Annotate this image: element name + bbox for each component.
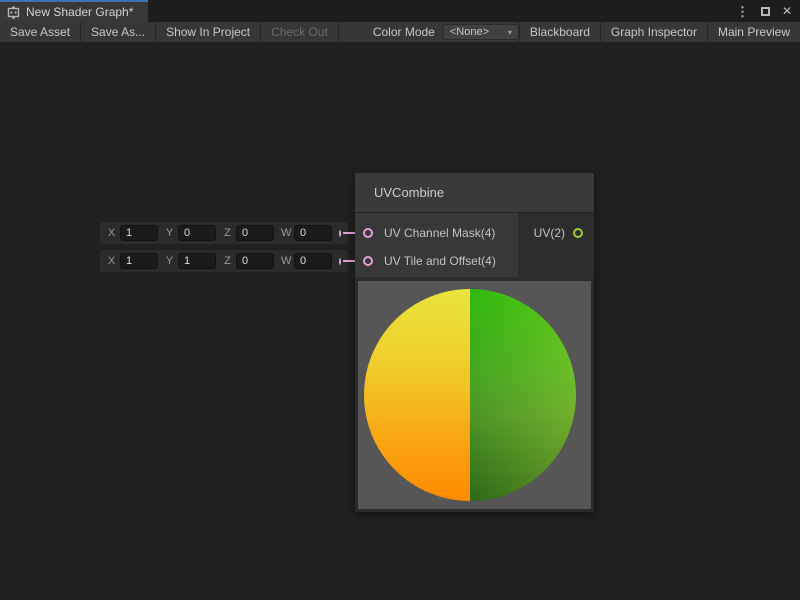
tab-new-shader-graph[interactable]: New Shader Graph* <box>0 0 148 22</box>
field-label-x: X <box>107 227 116 239</box>
input-port-uv-tile-offset: UV Tile and Offset(4) <box>355 247 518 275</box>
vector-field-z: Z 0 <box>223 253 274 269</box>
field-value-y[interactable]: 1 <box>178 253 216 269</box>
input-port-uv-channel-mask: UV Channel Mask(4) <box>355 219 518 247</box>
color-mode-label: Color Mode <box>369 22 443 42</box>
main-preview-toggle-button[interactable]: Main Preview <box>708 22 800 42</box>
field-value-w[interactable]: 0 <box>294 253 332 269</box>
field-label-y: Y <box>165 227 174 239</box>
edge-connector-dot <box>339 230 341 237</box>
port-label: UV Tile and Offset(4) <box>384 254 496 268</box>
graph-canvas[interactable]: X 1 Y 0 Z 0 W 0 X 1 Y <box>0 42 800 600</box>
field-label-x: X <box>107 255 116 267</box>
color-mode-value: <None> <box>450 26 508 38</box>
vector-field-x: X 1 <box>107 225 158 241</box>
node-input-ports: UV Channel Mask(4) UV Tile and Offset(4) <box>355 213 518 277</box>
uvcombine-node[interactable]: UVCombine UV Channel Mask(4) UV Tile and… <box>355 173 594 512</box>
vector-field-x: X 1 <box>107 253 158 269</box>
shader-graph-toolbar: Save Asset Save As... Show In Project Ch… <box>0 22 800 42</box>
node-output-ports: UV(2) <box>518 213 594 277</box>
uv-preview-sphere <box>364 289 576 501</box>
edge-connector-dot <box>339 258 341 265</box>
field-label-z: Z <box>223 227 232 239</box>
vector-field-z: Z 0 <box>223 225 274 241</box>
field-value-x[interactable]: 1 <box>120 253 158 269</box>
sphere-left-half <box>364 289 470 501</box>
shader-graph-window: New Shader Graph* ⋮ ✕ Save Asset Save As… <box>0 0 800 600</box>
color-mode-dropdown[interactable]: <None> ▾ <box>443 24 519 40</box>
tab-bar: New Shader Graph* ⋮ ✕ <box>0 0 800 22</box>
vector-field-w: W 0 <box>281 225 332 241</box>
maximize-icon[interactable] <box>761 7 770 16</box>
port-label: UV Channel Mask(4) <box>384 226 495 240</box>
field-label-y: Y <box>165 255 174 267</box>
kebab-menu-icon[interactable]: ⋮ <box>736 5 749 18</box>
toolbar-spacer <box>339 22 369 42</box>
field-label-w: W <box>281 255 290 267</box>
node-body: UV Channel Mask(4) UV Tile and Offset(4)… <box>355 213 594 277</box>
node-title: UVCombine <box>374 185 444 200</box>
output-port-uv: UV(2) <box>518 219 594 247</box>
vector-field-y: Y 1 <box>165 253 216 269</box>
vector-field-y: Y 0 <box>165 225 216 241</box>
window-controls: ⋮ ✕ <box>736 0 792 22</box>
toolbar-right-group: Blackboard Graph Inspector Main Preview <box>519 22 800 42</box>
port-label: UV(2) <box>534 226 565 240</box>
vector4-port-icon[interactable] <box>363 256 373 266</box>
field-label-z: Z <box>223 255 232 267</box>
shader-graph-icon <box>7 6 20 19</box>
chevron-down-icon: ▾ <box>508 28 512 37</box>
uv-channel-mask-vector-input: X 1 Y 0 Z 0 W 0 <box>100 222 348 244</box>
field-value-x[interactable]: 1 <box>120 225 158 241</box>
save-asset-button[interactable]: Save Asset <box>0 22 80 42</box>
tab-title: New Shader Graph* <box>26 5 133 19</box>
node-header[interactable]: UVCombine <box>355 173 594 213</box>
save-as-button[interactable]: Save As... <box>81 22 155 42</box>
blackboard-toggle-button[interactable]: Blackboard <box>520 22 600 42</box>
vector2-port-icon[interactable] <box>573 228 583 238</box>
vector4-port-icon[interactable] <box>363 228 373 238</box>
field-value-w[interactable]: 0 <box>294 225 332 241</box>
field-label-w: W <box>281 227 290 239</box>
show-in-project-button[interactable]: Show In Project <box>156 22 260 42</box>
sphere-right-half <box>470 289 576 501</box>
field-value-z[interactable]: 0 <box>236 225 274 241</box>
check-out-button: Check Out <box>261 22 338 42</box>
node-preview-area[interactable] <box>358 281 591 509</box>
vector-field-w: W 0 <box>281 253 332 269</box>
field-value-y[interactable]: 0 <box>178 225 216 241</box>
uv-tile-offset-vector-input: X 1 Y 1 Z 0 W 0 <box>100 250 348 272</box>
graph-inspector-toggle-button[interactable]: Graph Inspector <box>601 22 707 42</box>
close-icon[interactable]: ✕ <box>782 5 792 17</box>
field-value-z[interactable]: 0 <box>236 253 274 269</box>
